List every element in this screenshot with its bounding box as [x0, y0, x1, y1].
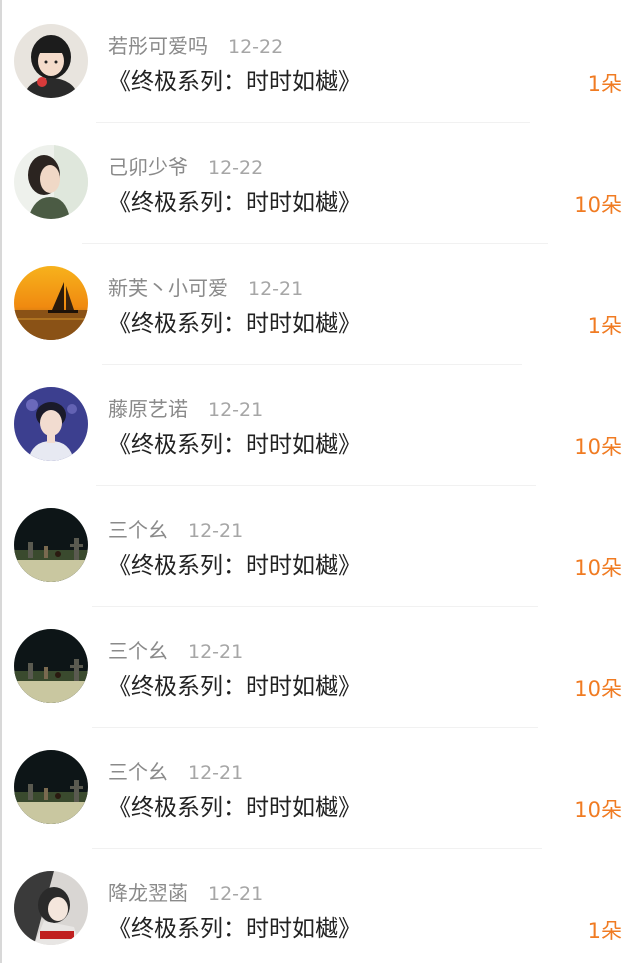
book-title[interactable]: 《终极系列：时时如樾》 — [108, 62, 361, 96]
date-label: 12-22 — [228, 36, 284, 58]
item-meta: 若彤可爱吗 12-22 — [108, 30, 283, 58]
gift-count: 10朵 — [574, 556, 622, 580]
date-label: 12-21 — [208, 399, 264, 421]
date-label: 12-21 — [208, 883, 264, 905]
date-label: 12-21 — [188, 520, 244, 542]
dark-field-scene-icon — [14, 750, 88, 824]
user-name[interactable]: 降龙翌菡 — [108, 881, 188, 905]
item-meta: 三个幺 12-21 — [108, 514, 243, 542]
date-label: 12-21 — [188, 762, 244, 784]
book-title[interactable]: 《终极系列：时时如樾》 — [108, 909, 361, 943]
gift-count: 10朵 — [574, 435, 622, 459]
user-name[interactable]: 三个幺 — [108, 518, 168, 542]
user-name[interactable]: 己卯少爷 — [108, 155, 188, 179]
anime-character-icon — [14, 871, 88, 945]
book-title[interactable]: 《终极系列：时时如樾》 — [108, 304, 361, 338]
book-title[interactable]: 《终极系列：时时如樾》 — [108, 183, 361, 217]
list-item[interactable]: 己卯少爷 12-22 《终极系列：时时如樾》 10朵 — [2, 121, 640, 244]
book-title[interactable]: 《终极系列：时时如樾》 — [108, 667, 361, 701]
date-label: 12-22 — [208, 157, 264, 179]
book-title[interactable]: 《终极系列：时时如樾》 — [108, 788, 361, 822]
date-label: 12-21 — [188, 641, 244, 663]
item-meta: 三个幺 12-21 — [108, 635, 243, 663]
item-meta: 己卯少爷 12-22 — [108, 151, 263, 179]
list-item[interactable]: 若彤可爱吗 12-22 《终极系列：时时如樾》 1朵 — [2, 0, 640, 123]
list-item[interactable]: 降龙翌菡 12-21 《终极系列：时时如樾》 1朵 — [2, 847, 640, 968]
date-label: 12-21 — [248, 278, 304, 300]
avatar[interactable] — [14, 750, 88, 824]
user-name[interactable]: 三个幺 — [108, 760, 168, 784]
item-meta: 三个幺 12-21 — [108, 756, 243, 784]
avatar[interactable] — [14, 266, 88, 340]
user-name[interactable]: 新芙丶小可爱 — [108, 276, 228, 300]
gift-count: 10朵 — [574, 193, 622, 217]
woman-profile-icon — [14, 145, 88, 219]
avatar[interactable] — [14, 387, 88, 461]
user-name[interactable]: 藤原艺诺 — [108, 397, 188, 421]
list-item[interactable]: 三个幺 12-21 《终极系列：时时如樾》 10朵 — [2, 726, 640, 849]
avatar[interactable] — [14, 629, 88, 703]
avatar[interactable] — [14, 871, 88, 945]
gift-record-list: 若彤可爱吗 12-22 《终极系列：时时如樾》 1朵 己卯少爷 12-22 《终极系… — [0, 0, 640, 963]
book-title[interactable]: 《终极系列：时时如樾》 — [108, 546, 361, 580]
gift-count: 1朵 — [587, 919, 622, 943]
dark-field-scene-icon — [14, 629, 88, 703]
dark-field-scene-icon — [14, 508, 88, 582]
item-meta: 降龙翌菡 12-21 — [108, 877, 263, 905]
book-title[interactable]: 《终极系列：时时如樾》 — [108, 425, 361, 459]
young-man-portrait-icon — [14, 387, 88, 461]
user-name[interactable]: 三个幺 — [108, 639, 168, 663]
item-meta: 新芙丶小可爱 12-21 — [108, 272, 303, 300]
item-meta: 藤原艺诺 12-21 — [108, 393, 263, 421]
avatar[interactable] — [14, 508, 88, 582]
avatar[interactable] — [14, 145, 88, 219]
gift-count: 1朵 — [587, 72, 622, 96]
sunset-sailboat-icon — [14, 266, 88, 340]
gift-count: 10朵 — [574, 798, 622, 822]
list-item[interactable]: 新芙丶小可爱 12-21 《终极系列：时时如樾》 1朵 — [2, 242, 640, 365]
list-item[interactable]: 藤原艺诺 12-21 《终极系列：时时如樾》 10朵 — [2, 363, 640, 486]
gift-count: 10朵 — [574, 677, 622, 701]
list-item[interactable]: 三个幺 12-21 《终极系列：时时如樾》 10朵 — [2, 605, 640, 728]
list-item[interactable]: 三个幺 12-21 《终极系列：时时如樾》 10朵 — [2, 484, 640, 607]
user-name[interactable]: 若彤可爱吗 — [108, 34, 208, 58]
avatar[interactable] — [14, 24, 88, 98]
girl-portrait-icon — [14, 24, 88, 98]
gift-count: 1朵 — [587, 314, 622, 338]
